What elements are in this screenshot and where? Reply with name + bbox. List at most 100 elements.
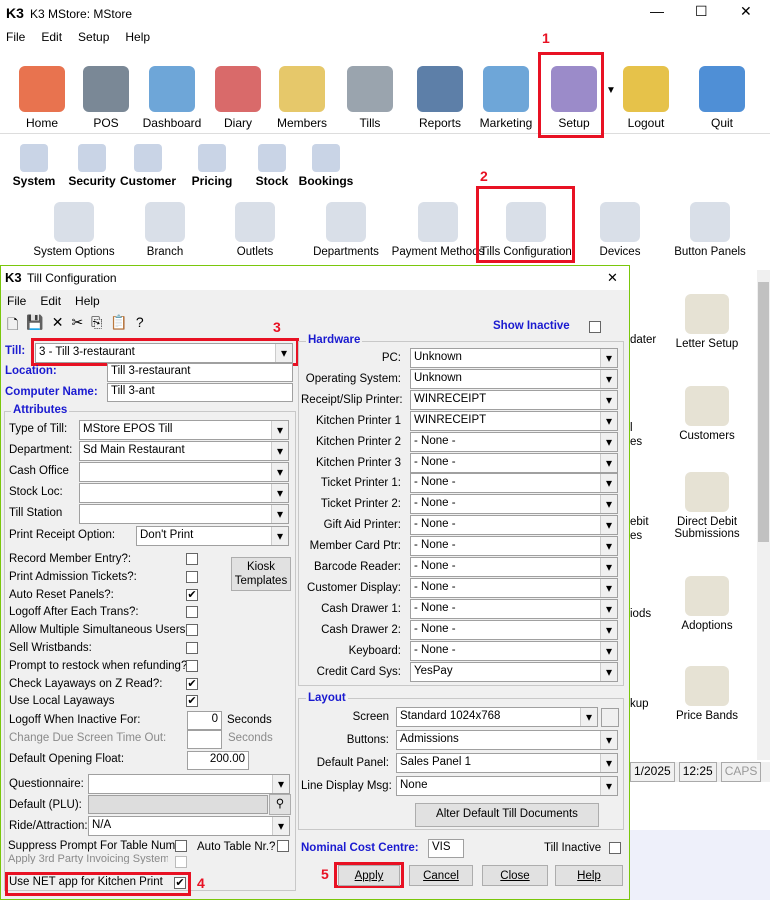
right-adoptions[interactable]: Adoptions [662, 562, 752, 632]
setup-button-panels[interactable]: Button Panels [660, 192, 760, 258]
hw-select-ticket-printer-2[interactable]: - None - [410, 494, 618, 515]
menu-file[interactable]: File [6, 30, 25, 48]
screen-extra-button[interactable] [601, 708, 619, 727]
toolbar-pos[interactable]: POS [72, 50, 140, 130]
hw-select-customer-display[interactable]: - None - [410, 577, 618, 598]
type-of-till-select[interactable]: MStore EPOS Till [79, 420, 289, 440]
subtoolbar-security[interactable]: Security [64, 138, 120, 188]
subtoolbar-bookings[interactable]: Bookings [298, 138, 354, 188]
layout-select-buttons[interactable]: Admissions [396, 730, 618, 750]
paste-icon[interactable]: 📋 [110, 314, 127, 338]
dialog-menu-file[interactable]: File [7, 294, 26, 308]
till-station-select[interactable] [79, 504, 289, 524]
toolbar-marketing[interactable]: Marketing [472, 50, 540, 130]
help-icon[interactable]: ? [136, 314, 144, 338]
delete-icon[interactable]: ✕ [52, 314, 64, 338]
computer-name-input[interactable]: Till 3-ant [107, 383, 293, 402]
auto-table-checkbox[interactable] [277, 840, 289, 852]
setup-devices[interactable]: Devices [570, 192, 670, 258]
toolbar-home[interactable]: Home [8, 50, 76, 130]
scrollbar[interactable] [757, 270, 770, 760]
new-icon[interactable]: 🗋 [7, 314, 18, 338]
layout-select-screen[interactable]: Standard 1024x768 [396, 707, 598, 727]
checkbox-logoff-after-each-trans[interactable] [186, 606, 198, 619]
layout-select-line-display-msg[interactable]: None [396, 776, 618, 796]
checkbox-use-local-layaways[interactable]: ✔ [186, 695, 198, 708]
hw-select-kitchen-printer-2[interactable]: - None - [410, 431, 618, 452]
right-letter-setup[interactable]: Letter Setup [662, 280, 752, 350]
alter-documents-button[interactable]: Alter Default Till Documents [415, 803, 599, 827]
hw-select-cash-drawer-2[interactable]: - None - [410, 619, 618, 640]
hw-select-ticket-printer-1[interactable]: - None - [410, 473, 618, 494]
cash-office-select[interactable] [79, 462, 289, 482]
toolbar-diary[interactable]: Diary [204, 50, 272, 130]
menu-setup[interactable]: Setup [78, 30, 109, 48]
maximize-button[interactable]: ☐ [695, 3, 708, 20]
setup-departments[interactable]: Departments [296, 192, 396, 258]
close-dialog-button[interactable]: Close [482, 865, 548, 886]
dialog-menu-edit[interactable]: Edit [40, 294, 61, 308]
menu-edit[interactable]: Edit [41, 30, 62, 48]
subtoolbar-customer[interactable]: Customer [120, 138, 176, 188]
cut-icon[interactable]: ✂ [71, 314, 83, 338]
checkbox-prompt-to-restock-when-refunding[interactable] [186, 659, 198, 672]
toolbar-logout[interactable]: Logout [612, 50, 680, 130]
hw-select-credit-card-sys[interactable]: YesPay [410, 661, 618, 682]
binoculars-icon[interactable]: ⚲ [269, 794, 291, 815]
kiosk-templates-button[interactable]: Kiosk Templates [231, 557, 291, 591]
suppress-prompt-checkbox[interactable] [175, 840, 187, 852]
hw-select-gift-aid-printer[interactable]: - None - [410, 515, 618, 536]
subtoolbar-stock[interactable]: Stock [244, 138, 300, 188]
hw-select-keyboard[interactable]: - None - [410, 640, 618, 661]
checkbox-print-admission-tickets[interactable] [186, 570, 198, 583]
checkbox-check-layaways-on-z-read[interactable]: ✔ [186, 677, 198, 690]
save-icon[interactable]: 💾 [26, 314, 43, 338]
opening-float-input[interactable]: 200.00 [187, 751, 249, 770]
setup-dropdown-icon[interactable]: ▼ [606, 85, 616, 96]
checkbox-auto-reset-panels[interactable]: ✔ [186, 588, 198, 601]
menu-help[interactable]: Help [125, 30, 150, 48]
layout-select-default-panel[interactable]: Sales Panel 1 [396, 753, 618, 773]
setup-branch[interactable]: Branch [115, 192, 215, 258]
hw-select-cash-drawer-1[interactable]: - None - [410, 598, 618, 619]
apply-button[interactable]: Apply [338, 865, 400, 886]
hw-select-operating-system[interactable]: Unknown [410, 368, 618, 389]
hw-select-kitchen-printer-1[interactable]: WINRECEIPT [410, 410, 618, 431]
subtoolbar-system[interactable]: System [6, 138, 62, 188]
third-party-checkbox[interactable] [175, 856, 187, 868]
cancel-button[interactable]: Cancel [409, 865, 473, 886]
questionnaire-select[interactable] [88, 774, 290, 794]
close-button[interactable]: ✕ [740, 3, 752, 20]
show-inactive-checkbox[interactable] [589, 321, 601, 333]
hw-select-pc[interactable]: Unknown [410, 348, 618, 368]
right-customers[interactable]: Customers [662, 372, 752, 442]
checkbox-record-member-entry[interactable] [186, 553, 198, 565]
toolbar-dashboard[interactable]: Dashboard [138, 50, 206, 130]
net-app-checkbox[interactable]: ✔ [174, 877, 186, 889]
nominal-cost-input[interactable]: VIS [428, 839, 464, 858]
location-input[interactable]: Till 3-restaurant [107, 363, 293, 382]
print-receipt-select[interactable]: Don't Print [136, 526, 289, 546]
hw-select-barcode-reader[interactable]: - None - [410, 557, 618, 577]
toolbar-members[interactable]: Members [268, 50, 336, 130]
setup-outlets[interactable]: Outlets [205, 192, 305, 258]
toolbar-tills[interactable]: Tills [336, 50, 404, 130]
toolbar-reports[interactable]: Reports [406, 50, 474, 130]
setup-system-options[interactable]: System Options [24, 192, 124, 258]
copy-icon[interactable]: ⎘ [91, 314, 102, 338]
logoff-inactive-input[interactable]: 0 [187, 711, 222, 730]
ride-attraction-select[interactable]: N/A [88, 816, 290, 836]
setup-payment-methods[interactable]: Payment Methods [388, 192, 488, 258]
checkbox-sell-wristbands[interactable] [186, 642, 198, 654]
subtoolbar-pricing[interactable]: Pricing [184, 138, 240, 188]
dialog-menu-help[interactable]: Help [75, 294, 100, 308]
hw-select-receipt-slip-printer[interactable]: WINRECEIPT [410, 389, 618, 410]
stock-loc-select[interactable] [79, 483, 289, 503]
help-button[interactable]: Help [555, 865, 623, 886]
department-select[interactable]: Sd Main Restaurant [79, 441, 289, 461]
checkbox-allow-multiple-simultaneous-users[interactable] [186, 624, 198, 637]
right-price-bands[interactable]: Price Bands [662, 652, 752, 722]
dialog-close-button[interactable]: ✕ [607, 270, 618, 286]
right-direct-debit-submissions[interactable]: Direct Debit Submissions [662, 470, 752, 540]
default-plu-input[interactable] [88, 795, 268, 814]
